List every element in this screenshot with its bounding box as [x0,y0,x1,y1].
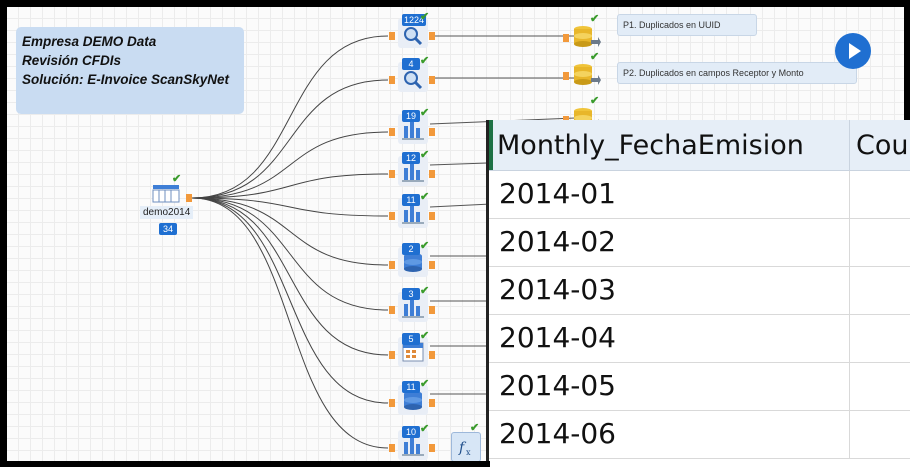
output-port[interactable] [429,212,435,220]
table-row[interactable]: 2014-04 [489,315,849,363]
month-cell: 2014-03 [499,273,616,306]
check-icon: ✔ [420,378,430,390]
formula-check-icon: ✔ [470,422,480,434]
frame-left-border [0,0,7,467]
output-port[interactable] [429,128,435,136]
check-icon: ✔ [420,55,430,67]
output-port[interactable] [429,76,435,84]
input-port[interactable] [389,128,395,136]
input-port[interactable] [389,261,395,269]
count-cell[interactable] [849,171,910,219]
output-label-p2: P2. Duplicados en campos Receptor y Mont… [617,62,857,84]
check-icon: ✔ [420,191,430,203]
svg-text:x: x [466,448,471,457]
input-port[interactable] [389,444,395,452]
check-icon: ✔ [420,423,430,435]
screenshot-frame: Empresa DEMO Data Revisión CFDIs Solució… [0,0,910,467]
source-port[interactable] [186,194,192,202]
node-count-badge: 12 [402,152,420,164]
month-cell: 2014-02 [499,225,616,258]
table-row[interactable]: 2014-06 [489,411,849,459]
count-cell[interactable] [849,315,910,363]
info-panel: Empresa DEMO Data Revisión CFDIs Solució… [16,27,244,114]
output-port[interactable] [429,444,435,452]
table-row[interactable]: 2014-02 [489,219,849,267]
count-cell[interactable] [849,267,910,315]
month-cell: 2014-04 [499,321,616,354]
data-table: Monthly_FechaEmision Cou 2014-01 2014-02 2… [486,120,910,467]
output-node-port[interactable] [563,72,569,80]
node-count-badge: 19 [402,110,420,122]
info-solution: Solución: E-Invoice ScanSkyNet [22,72,230,87]
count-cell[interactable] [849,411,910,459]
output-db-node[interactable] [571,60,601,90]
check-icon: ✔ [420,11,430,23]
source-count-badge: 34 [159,223,177,235]
check-icon: ✔ [590,95,600,107]
output-node-port[interactable] [563,34,569,42]
node-count-badge: 11 [402,194,420,206]
input-port[interactable] [389,170,395,178]
header-divider [849,120,850,170]
table-header-row: Monthly_FechaEmision Cou [489,120,910,171]
frame-bottom-border [0,461,490,467]
month-cell: 2014-01 [499,177,616,210]
check-icon: ✔ [590,51,600,63]
count-cell[interactable] [849,219,910,267]
column-header-count[interactable]: Cou [856,130,908,161]
table-row[interactable]: 2014-03 [489,267,849,315]
selected-cell-marker [489,120,493,170]
output-port[interactable] [429,170,435,178]
database-export-icon [574,26,601,47]
source-label: demo2014 [140,206,194,219]
count-cell[interactable] [849,363,910,411]
table-row[interactable]: 2014-01 [489,171,849,219]
play-button[interactable] [835,33,871,69]
node-count-badge: 2 [402,243,420,255]
node-count-badge: 4 [402,58,420,70]
output-port[interactable] [429,32,435,40]
month-cell: 2014-05 [499,369,616,402]
check-icon: ✔ [420,240,430,252]
output-port[interactable] [429,351,435,359]
check-icon: ✔ [420,285,430,297]
output-port[interactable] [429,399,435,407]
source-check-icon: ✔ [172,173,182,185]
output-port[interactable] [429,306,435,314]
database-export-icon [574,64,601,85]
output-label-p1: P1. Duplicados en UUID [617,14,757,36]
info-company: Empresa DEMO Data [22,34,157,49]
month-cell: 2014-06 [499,417,616,450]
input-port[interactable] [389,399,395,407]
input-port[interactable] [389,212,395,220]
output-db-node[interactable] [571,22,601,52]
output-port[interactable] [429,261,435,269]
column-header-month[interactable]: Monthly_FechaEmision [497,130,804,161]
function-icon: f x [458,440,471,457]
formula-node[interactable]: f x [451,432,481,462]
node-count-badge: 3 [402,288,420,300]
table-row[interactable]: 2014-05 [489,363,849,411]
info-review: Revisión CFDIs [22,53,122,68]
node-count-badge: 5 [402,333,420,345]
source-node[interactable] [150,182,184,204]
input-port[interactable] [389,306,395,314]
check-icon: ✔ [420,149,430,161]
check-icon: ✔ [420,107,430,119]
frame-right-border [904,0,910,120]
node-count-badge: 10 [402,426,420,438]
input-port[interactable] [389,351,395,359]
frame-top-border [0,0,910,7]
check-icon: ✔ [590,13,600,25]
table-icon [152,185,180,203]
input-port[interactable] [389,32,395,40]
input-port[interactable] [389,76,395,84]
node-count-badge: 11 [402,381,420,393]
check-icon: ✔ [420,330,430,342]
